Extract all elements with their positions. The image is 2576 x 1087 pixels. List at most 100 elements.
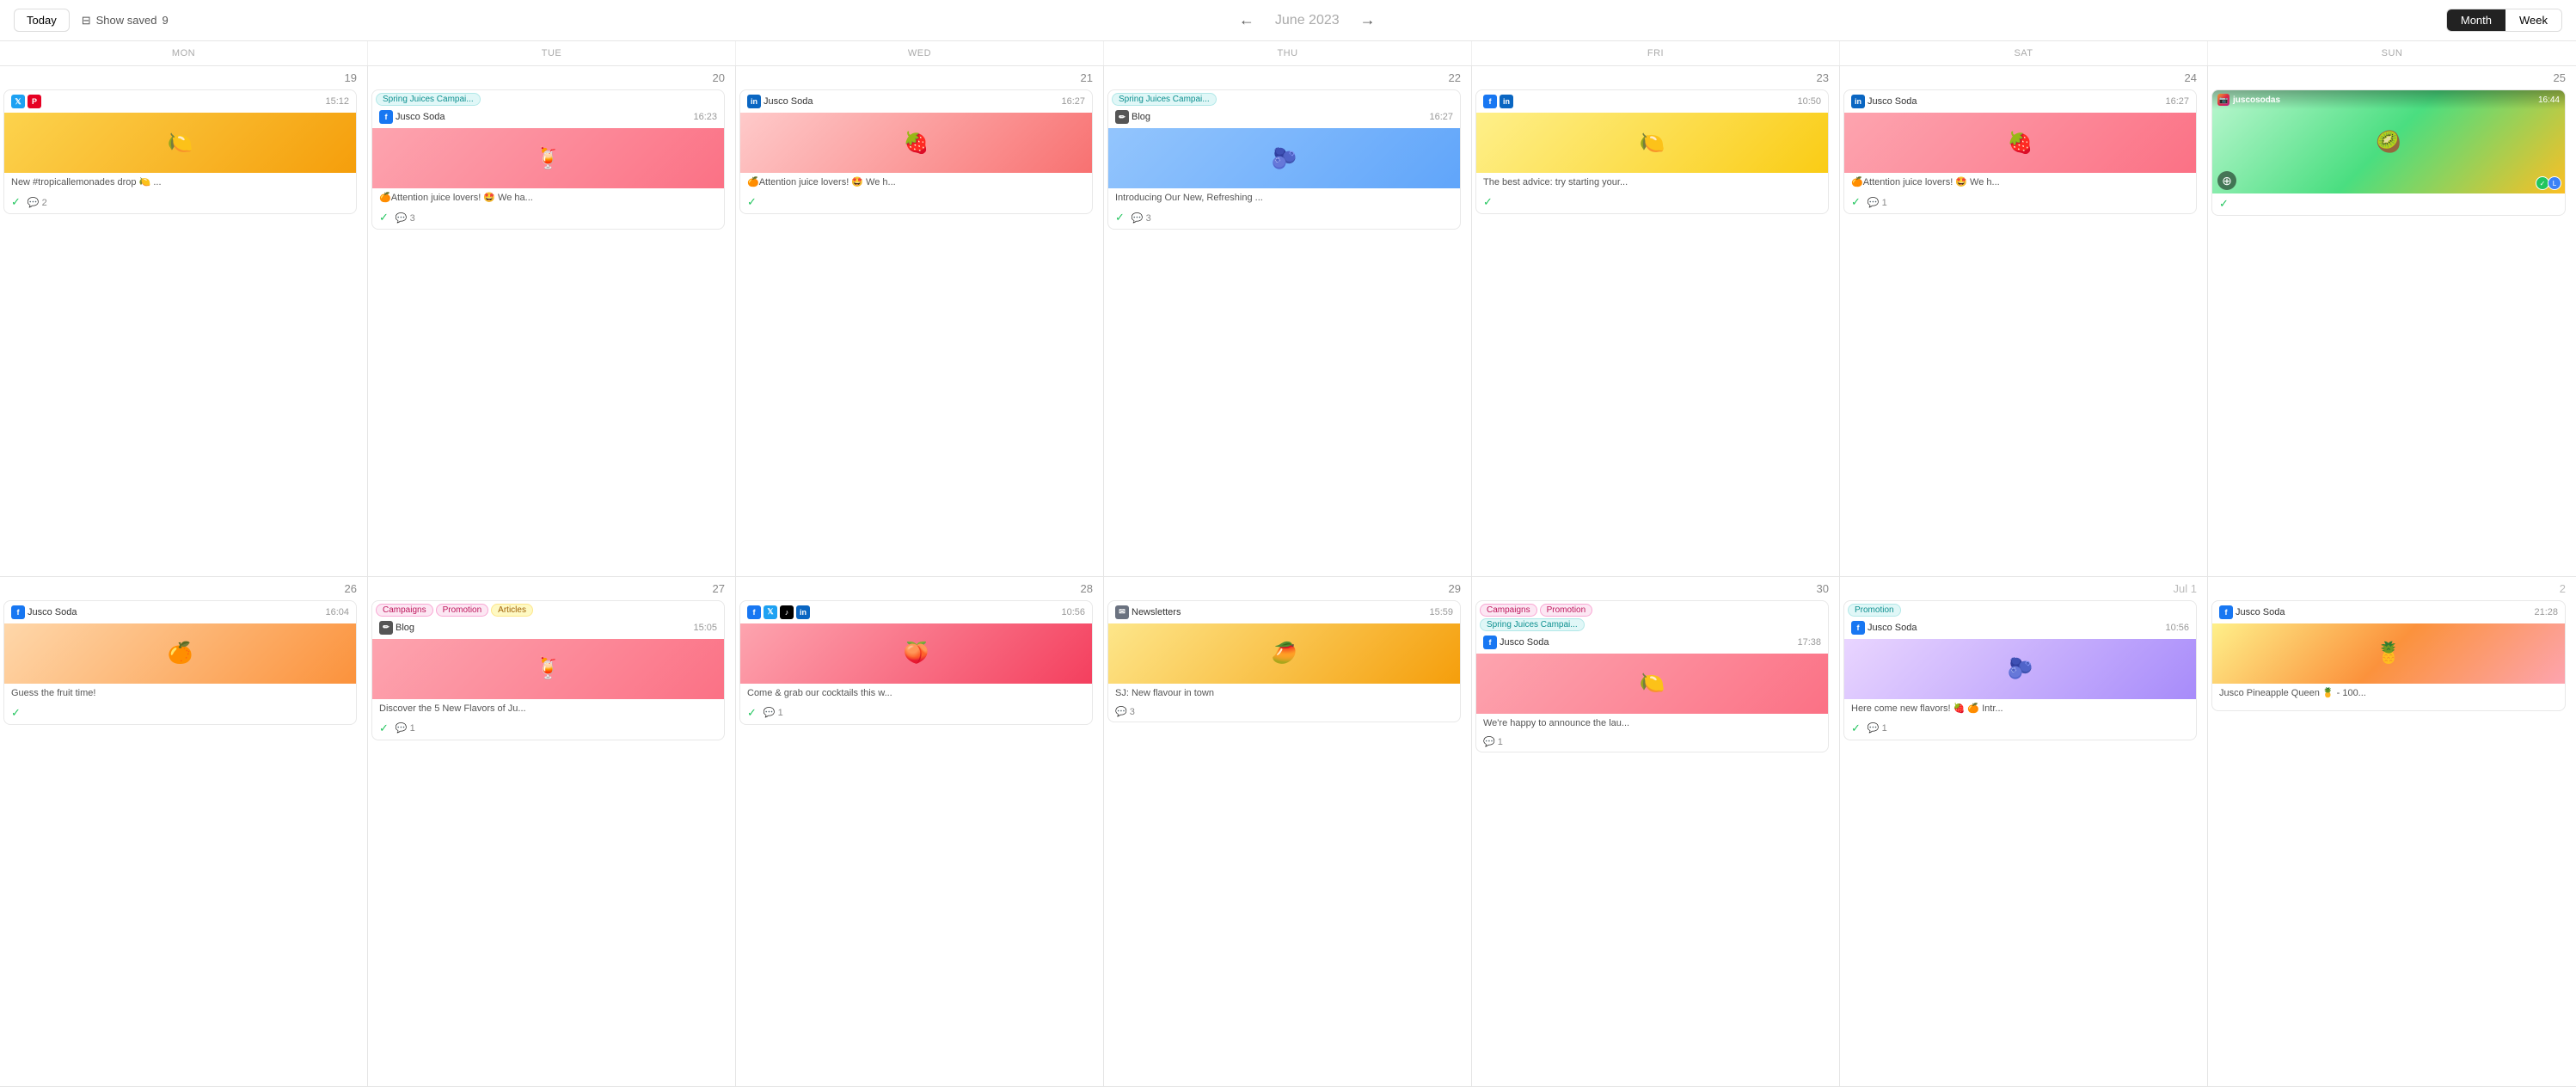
- post-card-tw-pi-19[interactable]: 𝕏 P 15:12 🍋 New #tropicallemonades drop …: [3, 89, 357, 214]
- tag-row: Campaigns Promotion Articles: [372, 601, 724, 617]
- card-text: Discover the 5 New Flavors of Ju...: [372, 699, 724, 718]
- platform-icons: in Jusco Soda: [747, 95, 813, 108]
- card-image: 🍋: [1476, 113, 1828, 173]
- tag-spring: Spring Juices Campai...: [1480, 618, 1585, 631]
- day-cell-25: 25 🥝 📷 juscosodas 16:44 ✓: [2208, 66, 2576, 576]
- post-card-fb-li-23[interactable]: f in 10:50 🍋 The best advice: try starti…: [1475, 89, 1829, 214]
- card-footer: ✓ 💬 3: [372, 207, 724, 229]
- check-icon: ✓: [1851, 722, 1861, 735]
- blog-icon: ✏: [379, 621, 393, 635]
- card-footer: ✓ 💬 1: [740, 703, 1092, 724]
- day-num-22: 22: [1104, 71, 1464, 84]
- card-image: 🫐: [1844, 639, 2196, 699]
- post-card-blog-22[interactable]: Spring Juices Campai... ✏ Blog 16:27 🫐 I…: [1107, 89, 1461, 230]
- card-image: 🥝 📷 juscosodas 16:44 ✓ L: [2212, 90, 2565, 193]
- card-footer: ✓: [1476, 192, 1828, 213]
- next-month-button[interactable]: →: [1353, 8, 1383, 33]
- card-time: 16:27: [2165, 96, 2189, 107]
- post-card-ig-25[interactable]: 🥝 📷 juscosodas 16:44 ✓ L: [2211, 89, 2566, 216]
- card-text: Introducing Our New, Refreshing ...: [1108, 188, 1460, 207]
- comment-count: 💬 3: [1115, 706, 1135, 717]
- bookmark-icon: ⊟: [82, 14, 91, 28]
- card-text: Here come new flavors! 🍓 🍊 Intr...: [1844, 699, 2196, 718]
- facebook-icon: f: [1851, 621, 1865, 635]
- show-saved-label: Show saved: [96, 14, 157, 27]
- tag-promotion: Promotion: [1848, 604, 1901, 617]
- card-footer: 💬 3: [1108, 703, 1460, 722]
- card-text: Guess the fruit time!: [4, 684, 356, 703]
- post-card-li-21[interactable]: in Jusco Soda 16:27 🍓 🍊Attention juice l…: [739, 89, 1093, 214]
- post-card-fb-20[interactable]: Spring Juices Campai... f Jusco Soda 16:…: [371, 89, 725, 230]
- account-name: Jusco Soda: [1868, 623, 1917, 633]
- post-card-nl-29[interactable]: ✉ Newsletters 15:59 🥭 SJ: New flavour in…: [1107, 600, 1461, 722]
- post-card-fb-jul2[interactable]: f Jusco Soda 21:28 🍍 Jusco Pineapple Que…: [2211, 600, 2566, 711]
- post-card-fb-26[interactable]: f Jusco Soda 16:04 🍊 Guess the fruit tim…: [3, 600, 357, 725]
- card-image: 🍓: [1844, 113, 2196, 173]
- platform-icons: f Jusco Soda: [11, 605, 77, 619]
- platform-icons: f Jusco Soda: [1483, 636, 1549, 649]
- card-text: We're happy to announce the lau...: [1476, 714, 1828, 733]
- day-num-29: 29: [1104, 582, 1464, 595]
- comment-count: 💬 1: [396, 722, 415, 734]
- linkedin-icon: in: [796, 605, 810, 619]
- card-footer: 💬 1: [1476, 733, 1828, 752]
- month-view-button[interactable]: Month: [2447, 9, 2505, 31]
- platform-icons: f Jusco Soda: [1851, 621, 1917, 635]
- card-time: 10:56: [1061, 607, 1085, 617]
- card-text: Come & grab our cocktails this w...: [740, 684, 1092, 703]
- post-card-multi-30[interactable]: Campaigns Promotion Spring Juices Campai…: [1475, 600, 1829, 752]
- card-time: 10:50: [1797, 96, 1821, 107]
- check-icon: ✓: [379, 211, 389, 224]
- nav-title: June 2023: [1275, 13, 1340, 28]
- week-view-button[interactable]: Week: [2505, 9, 2561, 31]
- check-icon: ✓: [747, 195, 757, 209]
- tag-row: Spring Juices Campai...: [1108, 90, 1460, 106]
- today-button[interactable]: Today: [14, 9, 70, 32]
- platform-icons: f in: [1483, 95, 1513, 108]
- card-image: 🍑: [740, 623, 1092, 684]
- day-cell-jul2: 2 f Jusco Soda 21:28 🍍 Jusco Pineapple Q…: [2208, 577, 2576, 1087]
- card-footer: ✓ 💬 1: [372, 718, 724, 740]
- comment-count: 💬 1: [1483, 736, 1503, 747]
- day-num-23: 23: [1472, 71, 1832, 84]
- card-header: f Jusco Soda 10:56: [1844, 617, 2196, 639]
- card-image: 🍋: [4, 113, 356, 173]
- card-header: 𝕏 P 15:12: [4, 90, 356, 113]
- card-time: 16:04: [325, 607, 349, 617]
- card-image: 🫐: [1108, 128, 1460, 188]
- post-card-fb-tw-28[interactable]: f 𝕏 ♪ in 10:56 🍑 Come & grab our cocktai…: [739, 600, 1093, 725]
- comment-count: 💬 1: [1868, 197, 1887, 208]
- linkedin-icon: in: [747, 95, 761, 108]
- linkedin-icon: in: [1851, 95, 1865, 108]
- ig-time: 16:44: [2538, 95, 2560, 105]
- facebook-icon: f: [1483, 636, 1497, 649]
- comment-count: 💬 3: [396, 212, 415, 224]
- tag-campaigns: Campaigns: [376, 604, 433, 617]
- check-icon: ✓: [1483, 195, 1493, 209]
- post-card-li-24[interactable]: in Jusco Soda 16:27 🍓 🍊Attention juice l…: [1843, 89, 2197, 214]
- card-time: 15:12: [325, 96, 349, 107]
- day-cell-24: 24 in Jusco Soda 16:27 🍓 🍊Attention juic…: [1840, 66, 2208, 576]
- card-time: 15:59: [1429, 607, 1453, 617]
- day-num-26: 26: [0, 582, 360, 595]
- platform-icons: ✉ Newsletters: [1115, 605, 1181, 619]
- post-card-promo-jul1[interactable]: Promotion f Jusco Soda 10:56 🫐 Here come…: [1843, 600, 2197, 740]
- show-saved[interactable]: ⊟ Show saved 9: [82, 14, 169, 28]
- day-num-25: 25: [2208, 71, 2569, 84]
- card-text: 🍊Attention juice lovers! 🤩 We h...: [740, 173, 1092, 192]
- account-name: Newsletters: [1132, 607, 1181, 617]
- tag-row-2: Spring Juices Campai...: [1476, 617, 1828, 631]
- platform-icons: f Jusco Soda: [2219, 605, 2285, 619]
- card-header: ✏ Blog 15:05: [372, 617, 724, 639]
- day-num-30: 30: [1472, 582, 1832, 595]
- account-name: Jusco Soda: [1868, 96, 1917, 107]
- card-text: New #tropicallemonades drop 🍋 ...: [4, 173, 356, 192]
- account-name: Jusco Soda: [764, 96, 813, 107]
- post-card-multi-27[interactable]: Campaigns Promotion Articles ✏ Blog 15:0…: [371, 600, 725, 740]
- card-image: 🍋: [1476, 654, 1828, 714]
- prev-month-button[interactable]: ←: [1232, 8, 1261, 33]
- day-headers: MON TUE WED THU FRI SAT SUN: [0, 41, 2576, 66]
- card-text: 🍊Attention juice lovers! 🤩 We ha...: [372, 188, 724, 207]
- card-footer: ✓: [740, 192, 1092, 213]
- card-footer: ✓: [4, 703, 356, 724]
